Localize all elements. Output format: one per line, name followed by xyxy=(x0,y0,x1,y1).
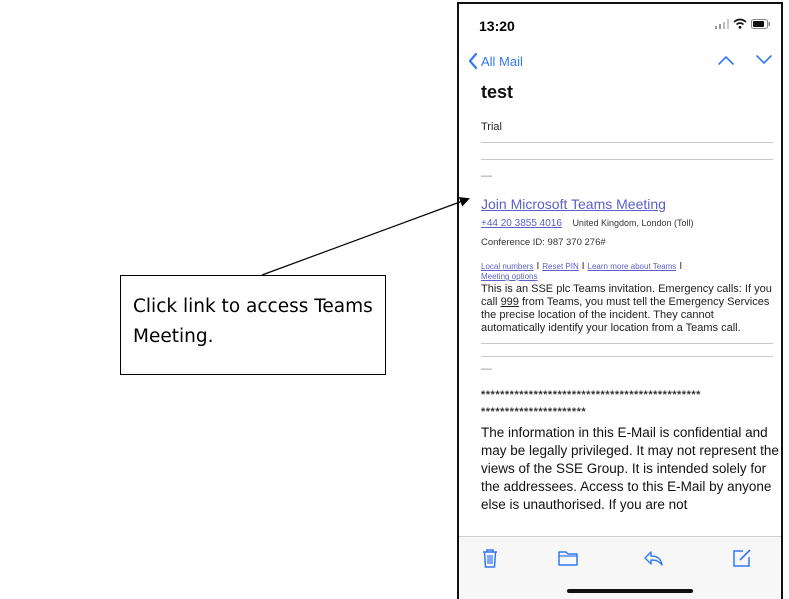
nav-bar: All Mail xyxy=(459,48,781,76)
dial-in-number-link[interactable]: +44 20 3855 4016 xyxy=(481,218,562,229)
mail-content: test Trial — Join Microsoft Teams Meetin… xyxy=(481,82,779,514)
divider xyxy=(481,159,773,160)
status-bar: 13:20 xyxy=(459,4,781,44)
learn-more-link[interactable]: Learn more about Teams xyxy=(588,262,677,271)
join-teams-meeting-link[interactable]: Join Microsoft Teams Meeting xyxy=(481,196,779,212)
callout-line-2: Meeting. xyxy=(133,326,214,347)
back-button-all-mail[interactable]: All Mail xyxy=(467,52,523,70)
home-indicator[interactable] xyxy=(567,589,693,593)
invitation-text-after: from Teams, you must tell the Emergency … xyxy=(481,296,770,334)
meeting-options-link[interactable]: Meeting options xyxy=(481,272,537,281)
callout-line-1: Click link to access Teams xyxy=(133,296,373,317)
status-time: 13:20 xyxy=(479,18,515,34)
conference-id: Conference ID: 987 370 276# xyxy=(481,237,606,248)
invitation-text: This is an SSE plc Teams invitation. Eme… xyxy=(481,283,779,335)
reset-pin-link[interactable]: Reset PIN xyxy=(542,262,578,271)
reply-icon[interactable] xyxy=(642,547,664,569)
wifi-icon xyxy=(733,18,747,29)
screenshot-canvas: Click link to access Teams Meeting. 13:2… xyxy=(0,0,789,599)
message-nav-arrows xyxy=(717,54,773,66)
divider xyxy=(481,356,773,357)
dash-separator: — xyxy=(481,363,492,375)
compose-icon[interactable] xyxy=(731,547,753,569)
dial-in-location: United Kingdom, London (Toll) xyxy=(572,218,694,228)
disclaimer-text: The information in this E-Mail is confid… xyxy=(481,425,779,512)
folder-icon[interactable] xyxy=(557,547,579,569)
email-body-trial: Trial xyxy=(481,121,502,133)
chevron-down-icon[interactable] xyxy=(755,54,773,66)
status-icons xyxy=(715,18,771,29)
divider xyxy=(481,142,773,143)
emergency-number-link[interactable]: 999 xyxy=(501,296,519,308)
bottom-toolbar xyxy=(459,536,781,599)
chevron-left-icon xyxy=(468,52,478,70)
battery-icon xyxy=(751,18,770,29)
stars-line-1: ****************************************… xyxy=(481,389,701,401)
divider xyxy=(481,343,773,344)
dial-in-row: +44 20 3855 4016 United Kingdom, London … xyxy=(481,218,779,229)
trash-icon[interactable] xyxy=(479,547,501,569)
link-separator: I xyxy=(536,261,540,272)
signal-icon xyxy=(715,18,729,29)
link-separator: I xyxy=(581,261,585,272)
back-label: All Mail xyxy=(481,53,523,69)
annotation-callout: Click link to access Teams Meeting. xyxy=(120,275,386,375)
stars-line-2: ********************** xyxy=(481,406,587,418)
email-subject: test xyxy=(481,82,514,102)
phone-screen: 13:20 All Mail test Trial — Join Microso… xyxy=(457,2,783,599)
local-numbers-link[interactable]: Local numbers xyxy=(481,262,533,271)
meeting-links: Local numbers I Reset PIN I Learn more about… xyxy=(481,262,779,282)
dash-separator: — xyxy=(481,170,492,182)
chevron-up-icon[interactable] xyxy=(717,54,735,66)
link-separator: I xyxy=(679,261,683,272)
